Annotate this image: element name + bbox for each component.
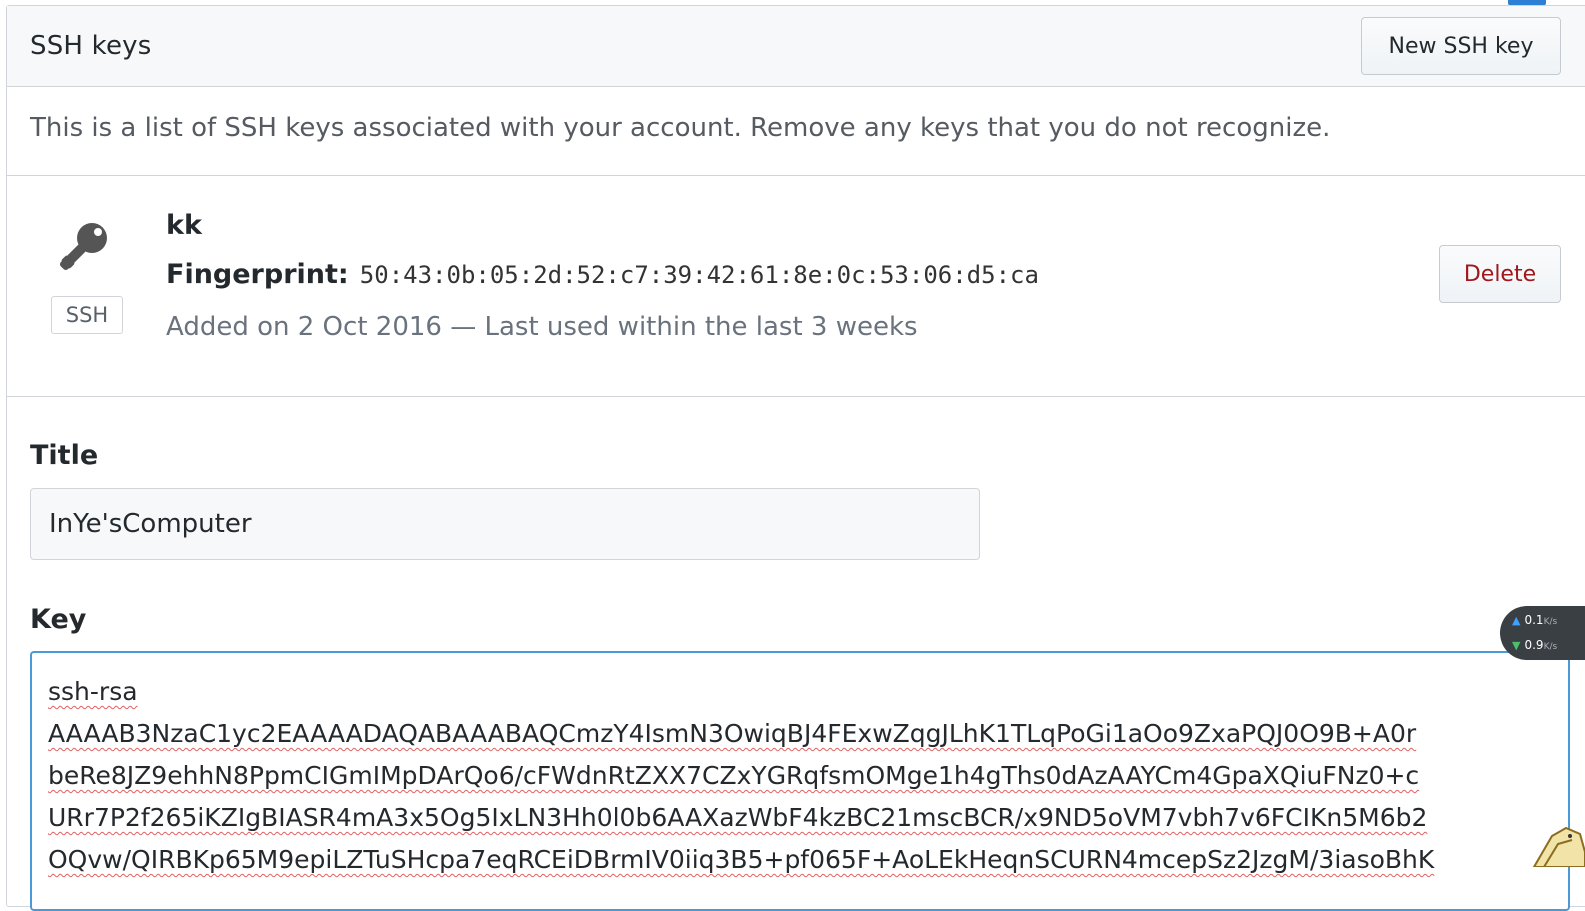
title-label: Title (30, 440, 99, 471)
title-input[interactable] (30, 488, 980, 560)
key-textarea[interactable]: ssh-rsa AAAAB3NzaC1yc2EAAAADAQABAAABAQCm… (30, 651, 1570, 911)
download-arrow-icon: ▼ (1512, 639, 1521, 652)
intro-section: This is a list of SSH keys associated wi… (7, 87, 1585, 176)
ssh-keys-panel: SSH keys New SSH key This is a list of S… (6, 5, 1585, 911)
key-added-info: Added on 2 Oct 2016 — Last used within t… (166, 312, 918, 342)
key-icon (59, 223, 107, 271)
new-ssh-key-button[interactable]: New SSH key (1361, 17, 1561, 75)
fingerprint-line: Fingerprint: 50:43:0b:05:2d:52:c7:39:42:… (166, 259, 1039, 290)
ssh-badge: SSH (51, 296, 123, 334)
fingerprint-label: Fingerprint: (166, 259, 349, 290)
mascot-icon (1532, 826, 1585, 867)
upload-speed: ▲ 0.1K/s (1512, 613, 1557, 627)
panel-title: SSH keys (30, 31, 152, 61)
download-value: 0.9 (1524, 638, 1544, 652)
download-speed: ▼ 0.9K/s (1512, 638, 1557, 652)
key-name: kk (166, 210, 202, 241)
ssh-key-row: SSH kk Fingerprint: 50:43:0b:05:2d:52:c7… (7, 176, 1585, 397)
network-speed-widget[interactable]: ▲ 0.1K/s ▼ 0.9K/s (1500, 606, 1585, 660)
intro-text: This is a list of SSH keys associated wi… (30, 113, 1331, 143)
panel-header: SSH keys New SSH key (7, 6, 1585, 87)
upload-value: 0.1 (1524, 613, 1544, 627)
upload-unit: K/s (1543, 617, 1558, 627)
upload-arrow-icon: ▲ (1512, 614, 1521, 627)
delete-key-button[interactable]: Delete (1439, 245, 1561, 303)
fingerprint-value: 50:43:0b:05:2d:52:c7:39:42:61:8e:0c:53:0… (359, 261, 1039, 289)
download-unit: K/s (1543, 642, 1558, 652)
key-label: Key (30, 604, 87, 635)
